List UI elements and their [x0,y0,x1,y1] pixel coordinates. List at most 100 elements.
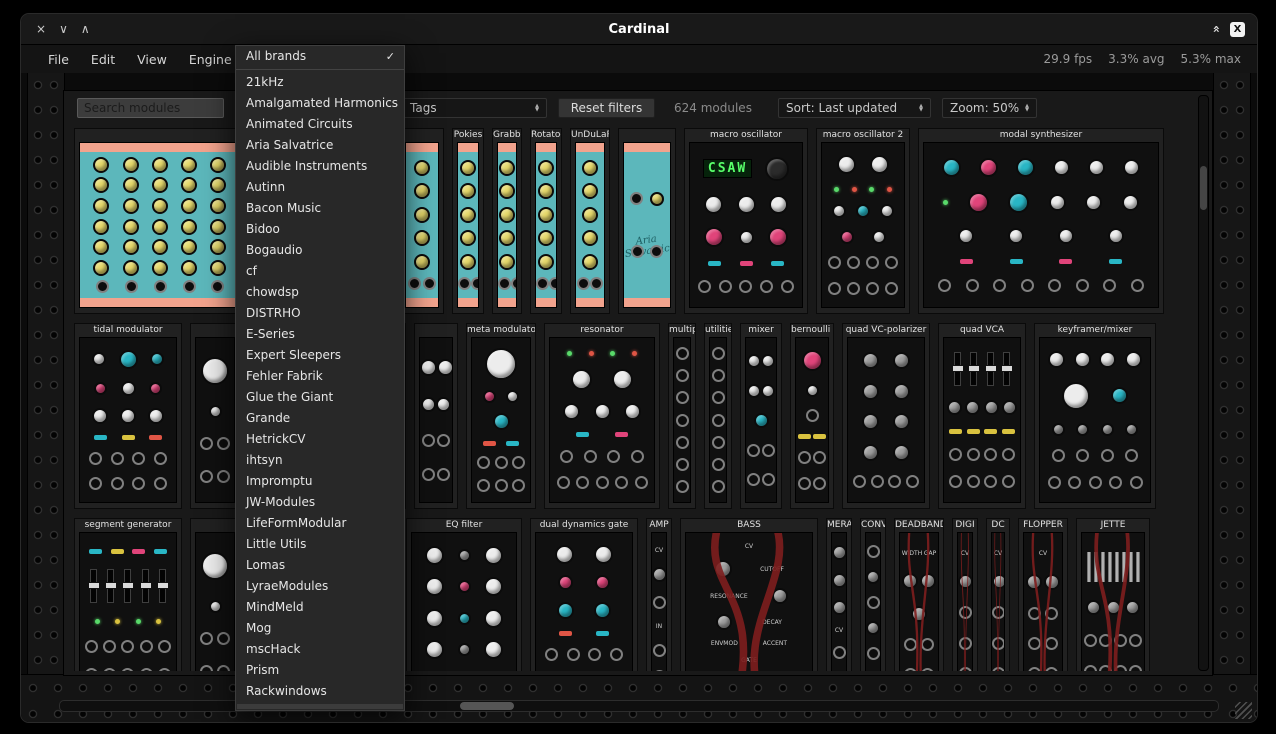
brand-menu-item[interactable]: DISTRHO [236,303,404,324]
brand-menu-item[interactable]: Prism [236,660,404,681]
module-tile[interactable]: Pokies [452,128,484,314]
module-tile[interactable]: macro oscillator 2 [816,128,910,314]
module-name: Pokies [453,129,483,142]
brand-menu-item[interactable]: Aria Salvatrice [236,135,404,156]
module-tile[interactable]: resonator [544,323,660,509]
jack [653,644,666,657]
brand-menu-item[interactable]: Bidoo [236,219,404,240]
module-tile[interactable]: dual dynamics gate [530,518,638,671]
module-tile[interactable]: CONV [860,518,886,671]
window-rollup-icon[interactable]: » [1209,25,1223,33]
brand-menu-item[interactable]: Lomas [236,555,404,576]
module-tile[interactable]: DIGICV [952,518,978,671]
brand-menu-item[interactable]: Amalgamated Harmonics [236,93,404,114]
app-logo-icon[interactable]: X [1230,22,1245,37]
brand-menu-item[interactable]: cf [236,261,404,282]
menubar-item-view[interactable]: View [126,52,178,67]
window-shade-icon[interactable]: ∨ [59,22,68,36]
module-tile[interactable]: EQ filter [406,518,522,671]
menubar-item-file[interactable]: File [37,52,80,67]
window-unshade-icon[interactable]: ∧ [81,22,90,36]
module-tile[interactable] [400,128,444,314]
brand-menu-item[interactable]: HetrickCV [236,429,404,450]
module-tile[interactable]: UnDuLaR [570,128,610,314]
zoom-select[interactable]: Zoom: 50% [942,98,1037,118]
knob [866,621,880,635]
brand-menu-item[interactable]: Audible Instruments [236,156,404,177]
brand-menu-item[interactable]: Expert Sleepers [236,345,404,366]
brand-menu-item[interactable]: LifeFormModular [236,513,404,534]
module-tile[interactable]: macro oscillatorCSAW [684,128,808,314]
sort-select[interactable]: Sort: Last updated [778,98,931,118]
brand-menu-item[interactable]: Rackwindows [236,681,404,702]
knob [181,239,197,255]
module-tile[interactable]: quad VC-polarizer [842,323,930,509]
brand-menu-item-all[interactable]: All brands ✓ [236,46,404,67]
jack [217,470,230,483]
horizontal-scrollbar[interactable] [59,700,1219,712]
menu-scroll-strip[interactable] [237,704,403,709]
module-tile[interactable]: keyframer/mixer [1034,323,1156,509]
brand-menu-item[interactable]: JW-Modules [236,492,404,513]
brand-menu-item[interactable]: chowdsp [236,282,404,303]
brand-menu-item[interactable]: Mog [236,618,404,639]
brand-menu-item[interactable]: MindMeld [236,597,404,618]
brand-menu-item[interactable]: Grande [236,408,404,429]
brand-menu-item[interactable]: mscHack [236,639,404,660]
module-tile[interactable]: AMPCVIN [646,518,672,671]
jack [200,632,213,645]
module-tile[interactable]: Aria Salvatrice [618,128,676,314]
module-tile[interactable]: segment generator [74,518,182,671]
brand-menu-item[interactable]: Fehler Fabrik [236,366,404,387]
brand-menu-item[interactable]: ihtsyn [236,450,404,471]
module-tile[interactable]: mixer [740,323,782,509]
resize-grip[interactable] [1235,702,1252,719]
module-tile[interactable]: DEADBANDWIDTHGAP [894,518,944,671]
module-tile[interactable] [190,518,240,671]
brand-menu-item[interactable]: Little Utils [236,534,404,555]
vertical-scrollbar[interactable] [1198,95,1209,671]
window-close-icon[interactable]: × [36,22,46,36]
module-tile[interactable]: Grabby [492,128,522,314]
brand-menu-item[interactable]: 21kHz [236,72,404,93]
module-tile[interactable]: JETTE [1076,518,1150,671]
reset-filters-button[interactable]: Reset filters [558,98,655,118]
module-tile[interactable]: quad VCA [938,323,1026,509]
module-tile[interactable]: FLOPPERCV [1018,518,1068,671]
module-tile[interactable]: bernoulli gate [790,323,834,509]
module-tile[interactable] [414,323,458,509]
brand-menu-item[interactable]: Bogaudio [236,240,404,261]
brand-menu-item[interactable]: Impromptu [236,471,404,492]
menubar-item-edit[interactable]: Edit [80,52,126,67]
tags-filter-select[interactable]: Tags [402,98,547,118]
jack [712,436,725,449]
menubar-item-engine[interactable]: Engine [178,52,243,67]
horizontal-scrollbar-thumb[interactable] [460,702,514,710]
vertical-scrollbar-thumb[interactable] [1200,166,1207,210]
brand-menu-item[interactable]: LyraeModules [236,576,404,597]
module-tile[interactable]: Rotatoes [530,128,562,314]
brand-menu-item[interactable]: Bacon Music [236,198,404,219]
panel-label: IN [656,623,662,630]
module-tile[interactable]: multiples [668,323,696,509]
module-tile[interactable]: MERACV [826,518,852,671]
brand-menu-item[interactable]: Autinn [236,177,404,198]
module-tile[interactable]: modal synthesizer [918,128,1164,314]
module-tile[interactable]: DCCV [986,518,1010,671]
module-tile[interactable]: utilities [704,323,732,509]
knob [612,369,633,390]
knob [538,230,554,246]
module-tile[interactable] [190,323,240,509]
knob [737,195,756,214]
jack [217,437,230,450]
module-tile[interactable]: tidal modulator [74,323,182,509]
module-tile[interactable]: BASSCVCUTOFFRESONANCEDECAYENVMODACCENTGA… [680,518,818,671]
led [852,187,857,192]
led [943,200,948,205]
module-tile[interactable]: meta modulator [466,323,536,509]
brand-menu-item[interactable]: E-Series [236,324,404,345]
brand-menu-item[interactable]: Animated Circuits [236,114,404,135]
brand-menu-item[interactable]: Glue the Giant [236,387,404,408]
module-name: multiples [669,324,695,337]
search-input[interactable] [77,98,224,118]
